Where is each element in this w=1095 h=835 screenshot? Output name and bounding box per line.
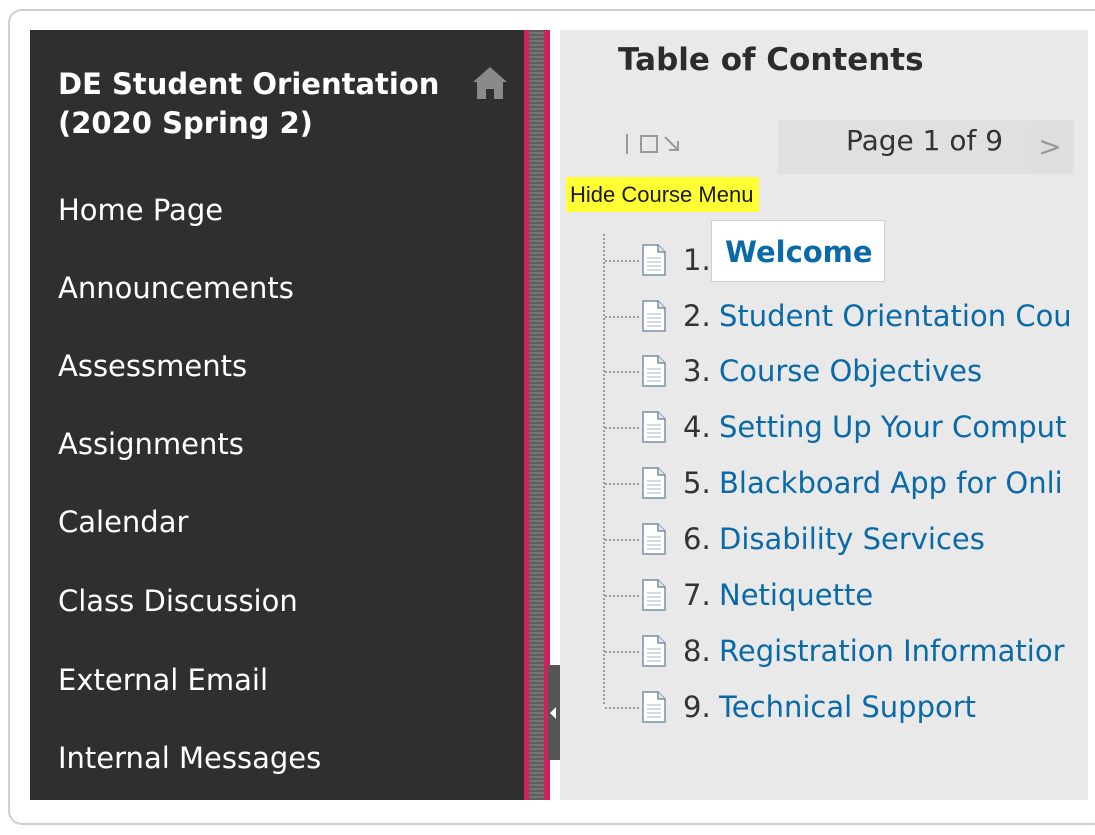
tree-branch [605,595,639,597]
hide-course-menu-label[interactable]: Hide Course Menu [566,177,760,212]
tree-branch [605,427,639,429]
tree-branch [605,316,639,318]
document-icon [642,244,666,276]
toc-item-link[interactable]: Setting Up Your Comput [719,407,1066,447]
menu-divider[interactable] [524,30,550,800]
toc-heading: Table of Contents [618,42,924,78]
chevron-left-icon [550,707,556,719]
toc-item-number: 5. [683,466,711,500]
toc-item-link[interactable]: Blackboard App for Onli [719,463,1063,503]
tree-branch [605,483,639,485]
menu-item-home-page[interactable]: Home Page [58,192,223,228]
toc-item-link[interactable]: Technical Support [719,687,976,727]
collapse-menu-tab[interactable] [548,665,560,760]
tree-branch [605,371,639,373]
toc-item-number: 3. [683,354,711,388]
content-area: Table of Contents Page 1 of 9 > 1. Welco… [560,30,1088,800]
toc-item-number: 9. [683,690,711,724]
toc-item-link[interactable]: Netiquette [719,575,873,615]
toc-item-link[interactable]: Registration Informatior [719,631,1065,671]
document-icon [642,300,666,332]
toc-item-link[interactable]: Disability Services [719,519,985,559]
tree-branch [605,707,639,709]
toc-item-number: 8. [683,634,711,668]
document-icon [642,523,666,555]
menu-item-external-email[interactable]: External Email [58,662,268,698]
divider-accent-left [524,30,529,800]
menu-item-class-discussion[interactable]: Class Discussion [58,583,298,619]
course-menu: DE Student Orientation (2020 Spring 2) H… [30,30,524,800]
page-indicator: Page 1 of 9 [846,124,1004,157]
toc-tree-line [603,234,605,704]
toc-item-number: 4. [683,410,711,444]
home-icon[interactable] [470,64,510,102]
tree-branch [605,539,639,541]
arrow-down-right-icon[interactable] [664,136,679,151]
document-icon [642,579,666,611]
menu-item-assessments[interactable]: Assessments [58,348,247,384]
toc-item-link[interactable]: Student Orientation Cou [719,296,1072,336]
toc-item-number: 6. [683,522,711,556]
toc-item-number: 2. [683,299,711,333]
document-icon [642,467,666,499]
menu-item-assignments[interactable]: Assignments [58,426,244,462]
document-icon [642,635,666,667]
square-icon[interactable] [640,135,658,153]
toc-item-link[interactable]: Welcome [725,232,873,272]
tree-branch [605,260,639,262]
toc-item-link[interactable]: Course Objectives [719,351,982,391]
menu-item-internal-messages[interactable]: Internal Messages [58,740,321,776]
tree-branch [605,651,639,653]
document-icon [642,355,666,387]
toc-item-number: 1. [683,243,711,277]
menu-item-calendar[interactable]: Calendar [58,504,188,540]
menu-item-announcements[interactable]: Announcements [58,270,294,306]
toc-toolbar [626,134,679,154]
document-icon [642,691,666,723]
document-icon [642,411,666,443]
next-page-button[interactable]: > [1030,124,1070,172]
toc-item-number: 7. [683,578,711,612]
course-title[interactable]: DE Student Orientation (2020 Spring 2) [58,65,458,143]
